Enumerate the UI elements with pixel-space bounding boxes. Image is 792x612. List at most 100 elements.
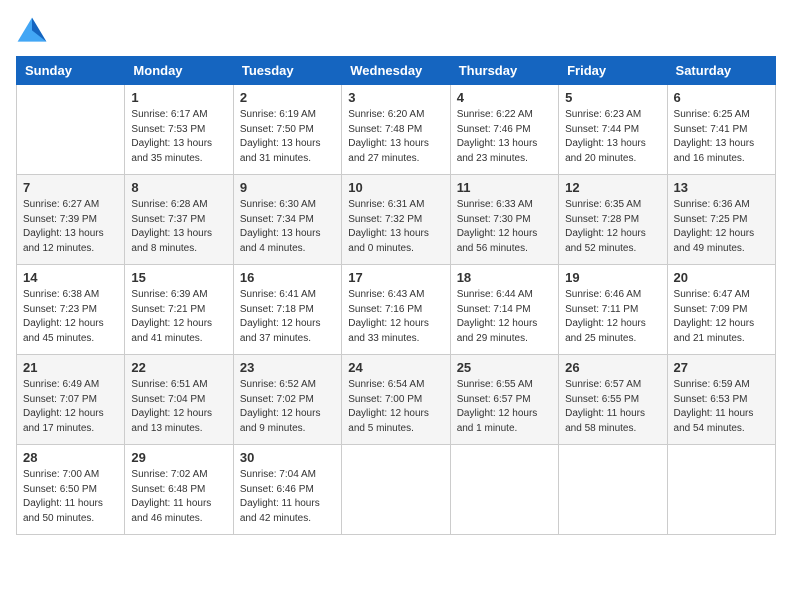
day-number: 4 [457, 90, 552, 105]
calendar-cell: 20 Sunrise: 6:47 AM Sunset: 7:09 PM Dayl… [667, 265, 775, 355]
day-info: Sunrise: 6:27 AM Sunset: 7:39 PM Dayligh… [23, 198, 118, 256]
day-number: 12 [565, 180, 660, 195]
week-row-4: 21 Sunrise: 6:49 AM Sunset: 7:07 PM Dayl… [17, 355, 776, 445]
calendar-cell: 6 Sunrise: 6:25 AM Sunset: 7:41 PM Dayli… [667, 85, 775, 175]
day-info: Sunrise: 6:28 AM Sunset: 7:37 PM Dayligh… [131, 198, 226, 256]
calendar-cell [342, 445, 450, 535]
calendar-cell: 4 Sunrise: 6:22 AM Sunset: 7:46 PM Dayli… [450, 85, 558, 175]
week-row-1: 1 Sunrise: 6:17 AM Sunset: 7:53 PM Dayli… [17, 85, 776, 175]
day-info: Sunrise: 6:23 AM Sunset: 7:44 PM Dayligh… [565, 108, 660, 166]
day-info: Sunrise: 7:02 AM Sunset: 6:48 PM Dayligh… [131, 468, 226, 526]
weekday-header-tuesday: Tuesday [233, 57, 341, 85]
day-info: Sunrise: 6:35 AM Sunset: 7:28 PM Dayligh… [565, 198, 660, 256]
day-info: Sunrise: 6:47 AM Sunset: 7:09 PM Dayligh… [674, 288, 769, 346]
day-info: Sunrise: 6:41 AM Sunset: 7:18 PM Dayligh… [240, 288, 335, 346]
day-info: Sunrise: 6:44 AM Sunset: 7:14 PM Dayligh… [457, 288, 552, 346]
calendar-cell [559, 445, 667, 535]
day-number: 14 [23, 270, 118, 285]
day-info: Sunrise: 6:17 AM Sunset: 7:53 PM Dayligh… [131, 108, 226, 166]
day-number: 8 [131, 180, 226, 195]
calendar-cell: 15 Sunrise: 6:39 AM Sunset: 7:21 PM Dayl… [125, 265, 233, 355]
week-row-5: 28 Sunrise: 7:00 AM Sunset: 6:50 PM Dayl… [17, 445, 776, 535]
day-info: Sunrise: 6:55 AM Sunset: 6:57 PM Dayligh… [457, 378, 552, 436]
day-info: Sunrise: 6:59 AM Sunset: 6:53 PM Dayligh… [674, 378, 769, 436]
day-number: 16 [240, 270, 335, 285]
day-number: 7 [23, 180, 118, 195]
day-number: 9 [240, 180, 335, 195]
day-info: Sunrise: 6:33 AM Sunset: 7:30 PM Dayligh… [457, 198, 552, 256]
calendar-cell: 5 Sunrise: 6:23 AM Sunset: 7:44 PM Dayli… [559, 85, 667, 175]
calendar-cell: 23 Sunrise: 6:52 AM Sunset: 7:02 PM Dayl… [233, 355, 341, 445]
day-number: 24 [348, 360, 443, 375]
day-info: Sunrise: 6:49 AM Sunset: 7:07 PM Dayligh… [23, 378, 118, 436]
weekday-header-thursday: Thursday [450, 57, 558, 85]
calendar-cell: 27 Sunrise: 6:59 AM Sunset: 6:53 PM Dayl… [667, 355, 775, 445]
calendar-cell: 1 Sunrise: 6:17 AM Sunset: 7:53 PM Dayli… [125, 85, 233, 175]
calendar-cell [17, 85, 125, 175]
logo-icon [16, 16, 48, 44]
weekday-header-sunday: Sunday [17, 57, 125, 85]
day-info: Sunrise: 7:04 AM Sunset: 6:46 PM Dayligh… [240, 468, 335, 526]
day-info: Sunrise: 6:39 AM Sunset: 7:21 PM Dayligh… [131, 288, 226, 346]
calendar-cell: 25 Sunrise: 6:55 AM Sunset: 6:57 PM Dayl… [450, 355, 558, 445]
calendar-cell: 19 Sunrise: 6:46 AM Sunset: 7:11 PM Dayl… [559, 265, 667, 355]
calendar-cell: 17 Sunrise: 6:43 AM Sunset: 7:16 PM Dayl… [342, 265, 450, 355]
day-info: Sunrise: 6:30 AM Sunset: 7:34 PM Dayligh… [240, 198, 335, 256]
calendar-cell: 14 Sunrise: 6:38 AM Sunset: 7:23 PM Dayl… [17, 265, 125, 355]
weekday-header-saturday: Saturday [667, 57, 775, 85]
day-info: Sunrise: 6:22 AM Sunset: 7:46 PM Dayligh… [457, 108, 552, 166]
day-number: 26 [565, 360, 660, 375]
calendar-cell: 10 Sunrise: 6:31 AM Sunset: 7:32 PM Dayl… [342, 175, 450, 265]
day-number: 22 [131, 360, 226, 375]
calendar-cell: 30 Sunrise: 7:04 AM Sunset: 6:46 PM Dayl… [233, 445, 341, 535]
day-info: Sunrise: 6:19 AM Sunset: 7:50 PM Dayligh… [240, 108, 335, 166]
calendar-cell: 13 Sunrise: 6:36 AM Sunset: 7:25 PM Dayl… [667, 175, 775, 265]
calendar-cell: 24 Sunrise: 6:54 AM Sunset: 7:00 PM Dayl… [342, 355, 450, 445]
logo [16, 16, 52, 44]
calendar-cell: 28 Sunrise: 7:00 AM Sunset: 6:50 PM Dayl… [17, 445, 125, 535]
day-info: Sunrise: 6:54 AM Sunset: 7:00 PM Dayligh… [348, 378, 443, 436]
day-number: 6 [674, 90, 769, 105]
day-number: 19 [565, 270, 660, 285]
day-number: 18 [457, 270, 552, 285]
day-info: Sunrise: 6:36 AM Sunset: 7:25 PM Dayligh… [674, 198, 769, 256]
calendar-cell: 12 Sunrise: 6:35 AM Sunset: 7:28 PM Dayl… [559, 175, 667, 265]
weekday-header-monday: Monday [125, 57, 233, 85]
calendar-cell [667, 445, 775, 535]
day-number: 28 [23, 450, 118, 465]
day-number: 23 [240, 360, 335, 375]
day-info: Sunrise: 6:57 AM Sunset: 6:55 PM Dayligh… [565, 378, 660, 436]
weekday-header-row: SundayMondayTuesdayWednesdayThursdayFrid… [17, 57, 776, 85]
day-number: 21 [23, 360, 118, 375]
calendar-cell: 29 Sunrise: 7:02 AM Sunset: 6:48 PM Dayl… [125, 445, 233, 535]
day-number: 25 [457, 360, 552, 375]
day-number: 27 [674, 360, 769, 375]
day-info: Sunrise: 6:20 AM Sunset: 7:48 PM Dayligh… [348, 108, 443, 166]
day-number: 2 [240, 90, 335, 105]
calendar-cell: 11 Sunrise: 6:33 AM Sunset: 7:30 PM Dayl… [450, 175, 558, 265]
day-number: 20 [674, 270, 769, 285]
weekday-header-wednesday: Wednesday [342, 57, 450, 85]
day-number: 10 [348, 180, 443, 195]
day-number: 11 [457, 180, 552, 195]
calendar-cell: 21 Sunrise: 6:49 AM Sunset: 7:07 PM Dayl… [17, 355, 125, 445]
day-info: Sunrise: 6:52 AM Sunset: 7:02 PM Dayligh… [240, 378, 335, 436]
day-info: Sunrise: 6:46 AM Sunset: 7:11 PM Dayligh… [565, 288, 660, 346]
day-info: Sunrise: 6:31 AM Sunset: 7:32 PM Dayligh… [348, 198, 443, 256]
day-number: 29 [131, 450, 226, 465]
calendar-cell: 18 Sunrise: 6:44 AM Sunset: 7:14 PM Dayl… [450, 265, 558, 355]
day-number: 5 [565, 90, 660, 105]
calendar-cell: 2 Sunrise: 6:19 AM Sunset: 7:50 PM Dayli… [233, 85, 341, 175]
calendar-cell [450, 445, 558, 535]
day-number: 17 [348, 270, 443, 285]
calendar-cell: 16 Sunrise: 6:41 AM Sunset: 7:18 PM Dayl… [233, 265, 341, 355]
day-info: Sunrise: 6:25 AM Sunset: 7:41 PM Dayligh… [674, 108, 769, 166]
day-number: 30 [240, 450, 335, 465]
day-info: Sunrise: 7:00 AM Sunset: 6:50 PM Dayligh… [23, 468, 118, 526]
day-info: Sunrise: 6:51 AM Sunset: 7:04 PM Dayligh… [131, 378, 226, 436]
day-number: 1 [131, 90, 226, 105]
day-number: 3 [348, 90, 443, 105]
week-row-2: 7 Sunrise: 6:27 AM Sunset: 7:39 PM Dayli… [17, 175, 776, 265]
calendar-cell: 8 Sunrise: 6:28 AM Sunset: 7:37 PM Dayli… [125, 175, 233, 265]
calendar-cell: 22 Sunrise: 6:51 AM Sunset: 7:04 PM Dayl… [125, 355, 233, 445]
